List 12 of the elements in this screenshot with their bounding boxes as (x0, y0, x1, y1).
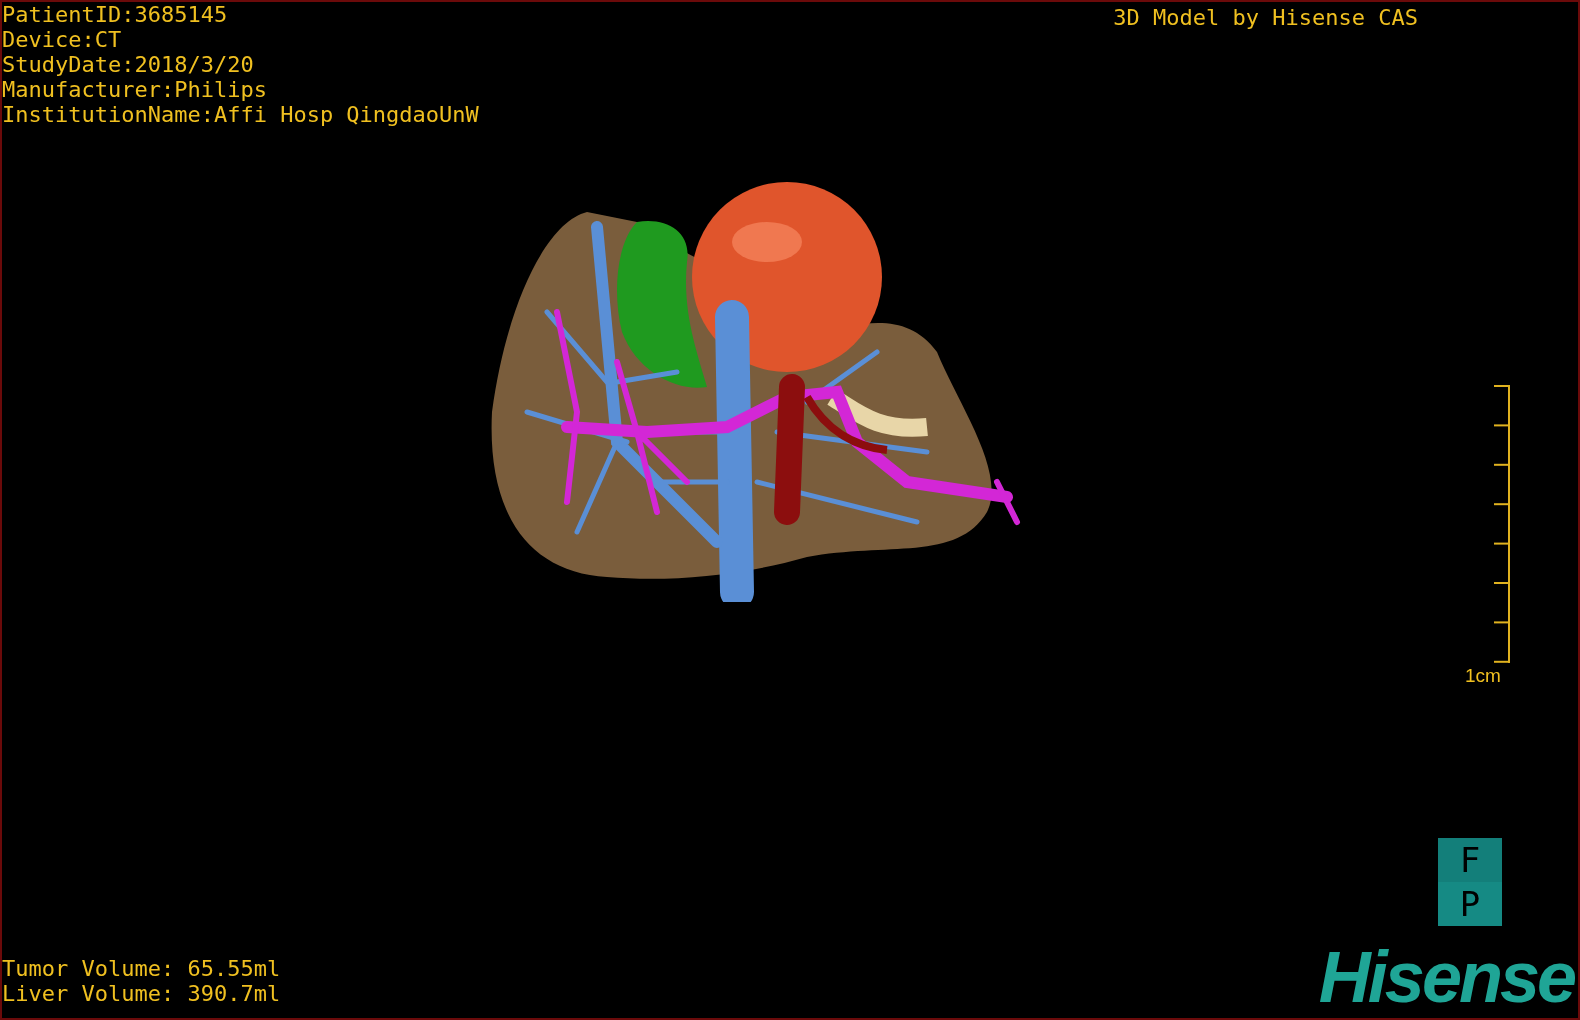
patient-info-text: InstitutionName:Affi Hosp QingdaoUnW (2, 102, 479, 127)
volume-text: Liver Volume: 390.7ml (2, 981, 281, 1006)
model-title: 3D Model by Hisense CAS (1113, 5, 1418, 30)
patient-info-text: Device:CT (2, 27, 123, 52)
orientation-button[interactable]: F (1438, 838, 1502, 882)
patient-info-text: StudyDate:2018/3/20 (2, 52, 255, 77)
volume-text: Tumor Volume: 65.55ml (2, 956, 281, 981)
orientation-button[interactable]: P (1438, 882, 1502, 926)
brand-logo: Hisense (1318, 936, 1574, 1018)
patient-info-text: Manufacturer:Philips (2, 77, 268, 102)
scale-label: 1cm (1465, 665, 1501, 687)
patient-info-text: PatientID:3685145 (2, 2, 229, 27)
